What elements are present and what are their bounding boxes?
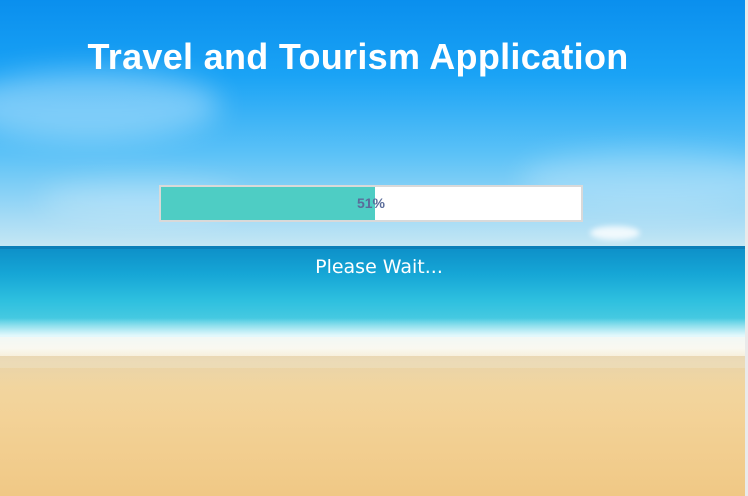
horizon-line xyxy=(0,246,748,249)
progress-percent-label: 51% xyxy=(356,195,386,211)
splash-screen: Travel and Tourism Application 51% Pleas… xyxy=(0,0,748,496)
loading-progress-bar: 51% xyxy=(159,185,583,222)
background-wet-sand xyxy=(0,356,748,386)
app-title: Travel and Tourism Application xyxy=(87,36,629,77)
cloud xyxy=(0,70,220,140)
loading-status-text: Please Wait... xyxy=(315,256,443,278)
cloud xyxy=(590,226,640,240)
